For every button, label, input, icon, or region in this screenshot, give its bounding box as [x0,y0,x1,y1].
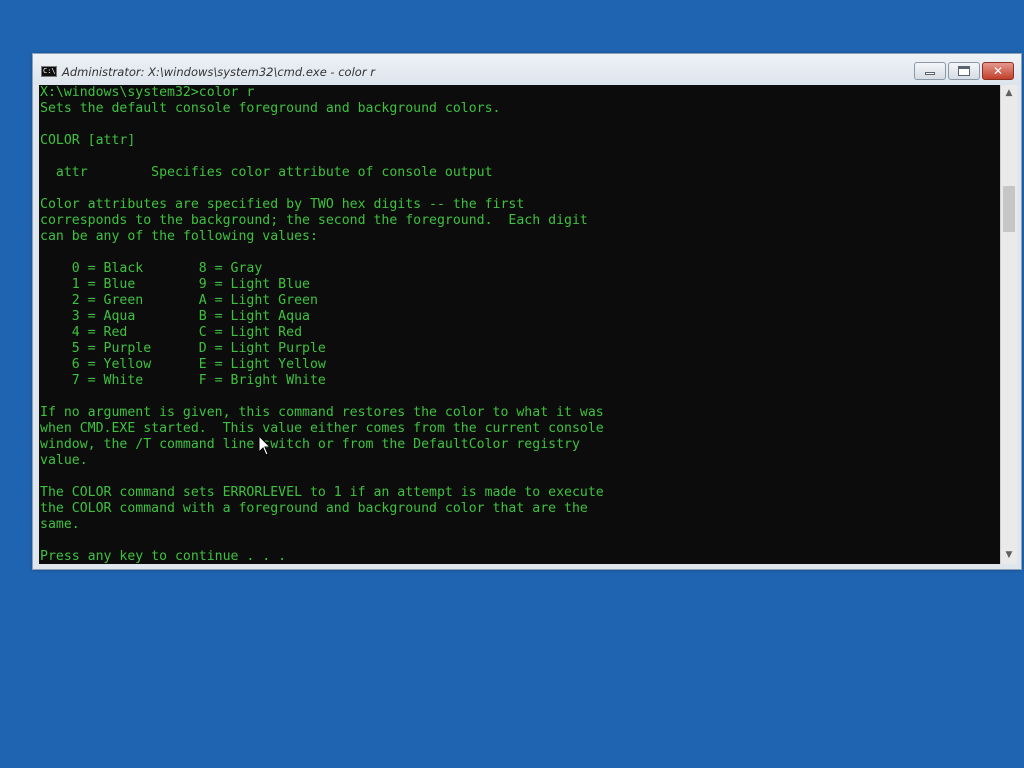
scroll-up-arrow-icon[interactable]: ▲ [1001,85,1017,102]
console-line: when CMD.EXE started. This value either … [40,421,604,436]
console-line: can be any of the following values: [40,229,318,244]
console-line: The COLOR command sets ERRORLEVEL to 1 i… [40,485,604,500]
mouse-pointer-icon [258,435,272,456]
console-line: 5 = Purple D = Light Purple [40,341,326,356]
console-line: 6 = Yellow E = Light Yellow [40,357,326,372]
console-line: 7 = White F = Bright White [40,373,326,388]
console-line: 4 = Red C = Light Red [40,325,303,340]
close-button[interactable]: ✕ [982,62,1014,80]
console-output[interactable]: X:\windows\system32>color r Sets the defa… [39,85,1000,564]
console-line: 3 = Aqua B = Light Aqua [40,309,310,324]
console-line: COLOR [attr] [40,133,136,148]
console-line: If no argument is given, this command re… [40,405,604,420]
console-line: the COLOR command with a foreground and … [40,501,588,516]
console-text: X:\windows\system32>color r Sets the defa… [40,85,604,564]
maximize-icon [958,66,970,76]
maximize-button[interactable] [948,62,980,80]
desktop-background: C:\ Administrator: X:\windows\system32\c… [0,0,1024,768]
title-bar[interactable]: C:\ Administrator: X:\windows\system32\c… [33,54,1021,85]
console-line: 0 = Black 8 = Gray [40,261,263,276]
cmd-window[interactable]: C:\ Administrator: X:\windows\system32\c… [32,53,1022,570]
scroll-down-arrow-icon[interactable]: ▼ [1001,547,1017,564]
window-title: Administrator: X:\windows\system32\cmd.e… [62,65,375,79]
scroll-thumb[interactable] [1003,186,1015,232]
console-line: Press any key to continue . . . [40,549,287,564]
vertical-scrollbar[interactable]: ▲ ▼ [1000,85,1017,564]
console-line: 1 = Blue 9 = Light Blue [40,277,310,292]
console-line: value. [40,453,88,468]
close-icon: ✕ [992,64,1004,78]
cmd-icon: C:\ [41,66,57,77]
console-line: window, the /T command line switch or fr… [40,437,580,452]
console-line: Sets the default console foreground and … [40,101,501,116]
console-line: attr Specifies color attribute of consol… [40,165,493,180]
console-line: same. [40,517,80,532]
console-line: Color attributes are specified by TWO he… [40,197,525,212]
console-line: X:\windows\system32>color r [40,85,255,100]
minimize-icon [925,72,935,75]
console-line: corresponds to the background; the secon… [40,213,588,228]
console-line: 2 = Green A = Light Green [40,293,318,308]
minimize-button[interactable] [914,62,946,80]
